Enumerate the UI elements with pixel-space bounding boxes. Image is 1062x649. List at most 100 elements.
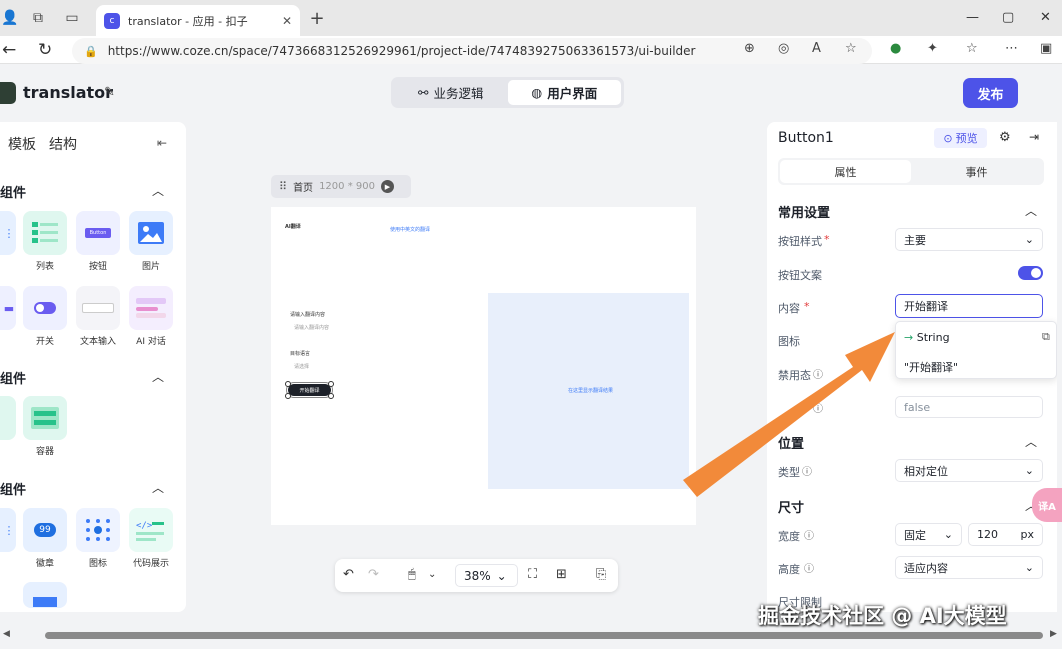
tab-events[interactable]: 事件 xyxy=(911,160,1042,183)
component-item-partial[interactable] xyxy=(21,582,69,608)
section-position: 位置 xyxy=(778,437,805,452)
zoom-select[interactable]: 38% ⌄ xyxy=(455,564,518,587)
export-page-icon[interactable]: ⎘ xyxy=(596,567,606,582)
profile-icon[interactable]: 👤 xyxy=(0,8,20,28)
info-icon[interactable]: ⓘ xyxy=(802,463,812,478)
chevron-up-icon[interactable]: ︿ xyxy=(152,368,164,385)
position-type-select[interactable]: 相对定位 ⌄ xyxy=(895,459,1043,482)
button-style-select[interactable]: 主要 ⌄ xyxy=(895,228,1043,251)
scroll-right-icon[interactable]: ▶ xyxy=(1050,629,1057,639)
component-button[interactable]: Button 按钮 xyxy=(74,211,122,272)
component-container[interactable]: 容器 xyxy=(21,396,69,457)
gear-icon[interactable]: ⚙ xyxy=(999,130,1011,145)
scroll-left-icon[interactable]: ◀ xyxy=(3,629,10,639)
disabled-label: 禁用态 xyxy=(778,369,811,382)
expand-panel-icon[interactable]: ⇥ xyxy=(1029,130,1039,144)
resize-handle[interactable] xyxy=(328,381,334,387)
required-mark: * xyxy=(824,233,830,246)
page-selector[interactable]: ⠿ 首页 1200 * 900 ▶ xyxy=(271,175,411,198)
width-mode-select[interactable]: 固定 ⌄ xyxy=(895,523,962,546)
info-icon[interactable]: ⓘ xyxy=(813,366,823,381)
favorites-bar-icon[interactable]: ☆ xyxy=(966,41,978,56)
scroll-thumb[interactable] xyxy=(45,632,1043,639)
component-item-partial[interactable] xyxy=(0,396,18,440)
chevron-down-icon[interactable]: ⌄ xyxy=(428,569,436,580)
component-switch[interactable]: 开关 xyxy=(21,286,69,347)
select-value: 相对定位 xyxy=(904,464,948,478)
close-window-icon[interactable]: ✕ xyxy=(1040,10,1051,25)
more-menu-icon[interactable]: ⋯ xyxy=(1005,41,1018,56)
tab-user-interface[interactable]: ◍ 用户界面 xyxy=(507,80,621,105)
publish-button[interactable]: 发布 xyxy=(963,78,1018,108)
component-item-partial[interactable]: ▬ xyxy=(0,286,18,330)
close-tab-icon[interactable]: ✕ xyxy=(282,14,292,28)
component-item-partial[interactable]: ⋮ xyxy=(0,508,18,552)
info-icon[interactable]: ⓘ xyxy=(813,400,823,415)
width-input[interactable]: 120 px xyxy=(968,523,1043,546)
component-image[interactable]: 图片 xyxy=(127,211,175,272)
badge-icon: 99 xyxy=(23,508,67,552)
back-icon[interactable]: ← xyxy=(2,40,16,60)
favorite-star-icon[interactable]: ☆ xyxy=(845,41,857,56)
drag-handle-icon[interactable]: ⠿ xyxy=(279,180,287,193)
tab-properties[interactable]: 属性 xyxy=(780,160,911,183)
translate-fab[interactable]: 译A xyxy=(1032,488,1062,522)
info-icon[interactable]: ⓘ xyxy=(804,527,814,542)
tab-structure[interactable]: 结构 xyxy=(49,134,77,154)
resize-handle[interactable] xyxy=(328,393,334,399)
content-input[interactable]: 开始翻译 xyxy=(895,294,1043,318)
refresh-icon[interactable]: ↻ xyxy=(38,40,52,60)
component-label: 容器 xyxy=(35,447,54,457)
height-select[interactable]: 适应内容 ⌄ xyxy=(895,556,1043,579)
section-title: 组件 xyxy=(0,186,27,201)
button-text-toggle[interactable] xyxy=(1018,266,1043,280)
redo-icon[interactable]: ↷ xyxy=(368,567,379,582)
extension-globe-icon[interactable]: ● xyxy=(890,41,901,56)
ab-selected-button[interactable]: 开始翻译 xyxy=(286,382,333,398)
section-common-settings: 常用设置 xyxy=(778,206,831,221)
zoom-icon[interactable]: ⊕ xyxy=(744,41,755,56)
preview-button[interactable]: ⊙ 预览 xyxy=(934,128,987,148)
component-badge[interactable]: 99 徽章 xyxy=(21,508,69,569)
tab-actions-icon[interactable]: ▭ xyxy=(62,8,82,28)
component-item-partial[interactable]: ⋮ xyxy=(0,211,18,255)
chevron-up-icon[interactable]: ︿ xyxy=(1025,202,1037,219)
resize-handle[interactable] xyxy=(285,393,291,399)
play-icon[interactable]: ▶ xyxy=(380,180,394,193)
copy-icon[interactable]: ⧉ xyxy=(1042,330,1050,344)
mouse-icon[interactable]: 🖱 xyxy=(408,567,416,582)
component-code-display[interactable]: </> 代码展示 xyxy=(127,508,175,569)
new-tab-icon[interactable]: + xyxy=(307,8,327,29)
browser-tab[interactable]: c translator - 应用 - 扣子 ✕ xyxy=(96,5,300,36)
chevron-up-icon[interactable]: ︿ xyxy=(152,479,164,496)
chevron-up-icon[interactable]: ︿ xyxy=(152,182,164,199)
grid-layout-icon[interactable]: ⊞ xyxy=(556,567,567,582)
copilot-icon[interactable]: ▣ xyxy=(1040,41,1052,56)
component-text-input[interactable]: 文本输入 xyxy=(74,286,122,347)
info-icon[interactable]: ⓘ xyxy=(804,560,814,575)
artboard[interactable]: AI翻译 使用中英文的翻译 请输入翻译内容 请输入翻译内容 目标语言 请选择 在… xyxy=(271,207,696,525)
restore-icon[interactable]: ▢ xyxy=(1002,10,1014,25)
undo-icon[interactable]: ↶ xyxy=(343,567,354,582)
workspaces-icon[interactable]: ⧉ xyxy=(28,8,48,28)
tab-templates[interactable]: 模板 xyxy=(8,134,36,154)
translate-page-icon[interactable]: ◎ xyxy=(778,41,789,56)
component-icon[interactable]: 图标 xyxy=(74,508,122,569)
text-input-icon xyxy=(76,286,120,330)
component-partial-icon xyxy=(0,396,16,440)
loading-field[interactable]: false xyxy=(895,396,1043,418)
component-ai-chat[interactable]: AI 对话 xyxy=(127,286,175,347)
resize-handle[interactable] xyxy=(285,381,291,387)
fit-screen-icon[interactable]: ⛶ xyxy=(528,567,537,582)
section-title: 组件 xyxy=(0,372,27,387)
read-aloud-icon[interactable]: A xyxy=(812,41,821,56)
chevron-down-icon: ⌄ xyxy=(496,568,507,583)
chevron-up-icon[interactable]: ︿ xyxy=(1025,433,1037,450)
button-icon: Button xyxy=(76,211,120,255)
edit-name-icon[interactable]: ✎ xyxy=(104,85,115,100)
extensions-icon[interactable]: ✦ xyxy=(927,41,938,56)
collapse-panel-icon[interactable]: ⇤ xyxy=(157,136,167,150)
minimize-icon[interactable]: — xyxy=(966,10,979,25)
component-list[interactable]: 列表 xyxy=(21,211,69,272)
tab-business-logic[interactable]: ⚯ 业务逻辑 xyxy=(394,80,508,105)
